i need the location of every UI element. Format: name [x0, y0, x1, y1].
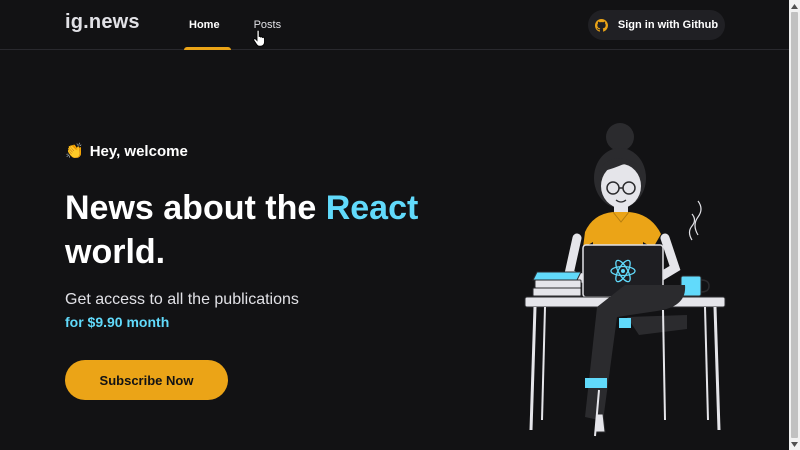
nav-posts-link[interactable]: Posts: [243, 0, 293, 50]
greeting: 👏 Hey, welcome: [65, 142, 188, 161]
subscribe-button[interactable]: Subscribe Now: [65, 360, 228, 400]
headline-accent: React: [325, 189, 419, 227]
sign-in-github-button[interactable]: Sign in with Github: [588, 10, 725, 40]
scroll-up-icon[interactable]: [789, 0, 800, 12]
github-icon: [594, 18, 608, 32]
scrollbar-thumb[interactable]: [791, 12, 798, 438]
nav-home-link[interactable]: Home: [178, 0, 231, 50]
hero-headline: News about the React world.: [65, 186, 465, 274]
greeting-text: Hey, welcome: [89, 142, 188, 160]
headline-end: world.: [65, 233, 166, 271]
sign-in-label: Sign in with Github: [617, 19, 719, 31]
main-nav: Home Posts: [178, 0, 292, 50]
vertical-scrollbar[interactable]: [789, 0, 800, 450]
hero-subtext: Get access to all the publications: [65, 291, 299, 308]
logo[interactable]: ig.news: [65, 11, 140, 34]
scroll-down-icon[interactable]: [789, 438, 800, 450]
app-viewport: ig.news Home Posts Sign in with Github 👏…: [0, 0, 800, 450]
hero-price: for $9.90 month: [65, 314, 170, 330]
site-header: ig.news Home Posts Sign in with Github: [0, 0, 789, 50]
hand-cursor-icon: [253, 30, 265, 47]
headline-text: News about the: [65, 189, 326, 227]
avatar-illustration: [524, 123, 726, 437]
clapping-hands-icon: 👏: [65, 143, 84, 160]
